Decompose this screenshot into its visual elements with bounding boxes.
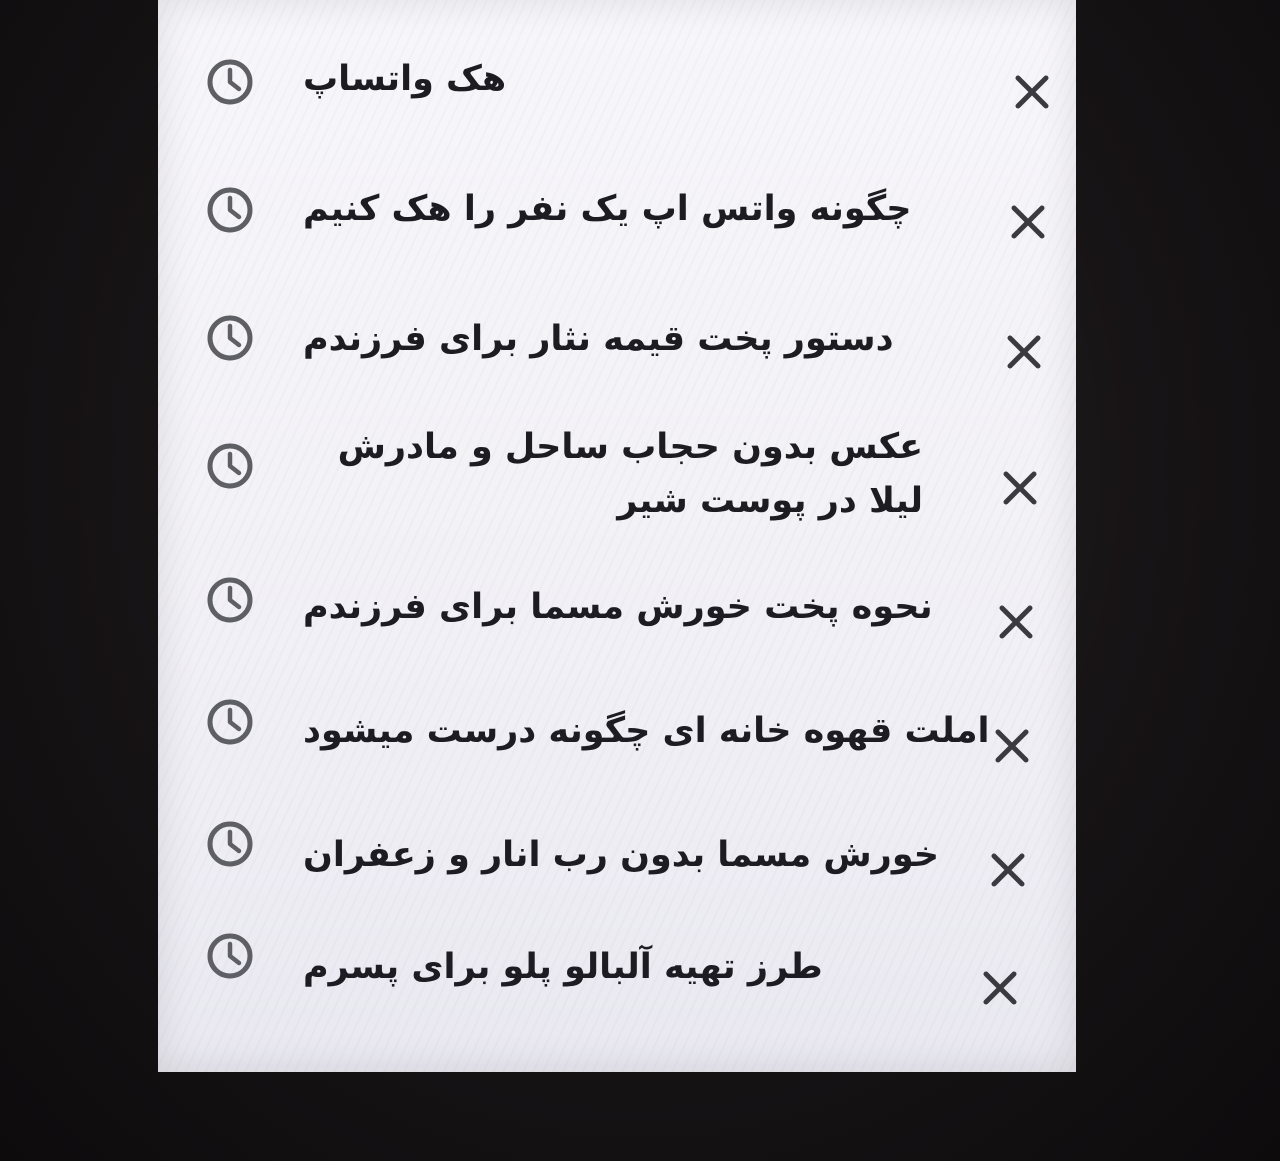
clock-history-icon bbox=[206, 314, 254, 362]
close-x-icon bbox=[1015, 75, 1049, 109]
remove-history-button[interactable] bbox=[1006, 200, 1050, 244]
history-query-text[interactable]: طرز تهیه آلبالو پلو برای پسرم bbox=[303, 940, 823, 994]
history-query-text[interactable]: خورش مسما بدون رب انار و زعفران bbox=[303, 828, 939, 882]
remove-history-button[interactable] bbox=[998, 466, 1042, 510]
remove-history-button[interactable] bbox=[978, 966, 1022, 1010]
close-x-icon bbox=[1003, 471, 1037, 505]
clock-history-icon bbox=[206, 576, 254, 624]
search-history-panel: هک واتساپ چگونه واتس اپ یک نفر را هک کنی… bbox=[158, 0, 1076, 1072]
close-x-icon bbox=[1011, 205, 1045, 239]
history-query-text[interactable]: املت قهوه خانه ای چگونه درست میشود bbox=[303, 704, 990, 758]
close-x-icon bbox=[991, 853, 1025, 887]
clock-history-icon bbox=[206, 58, 254, 106]
search-history-list: هک واتساپ چگونه واتس اپ یک نفر را هک کنی… bbox=[158, 0, 1076, 1072]
remove-history-button[interactable] bbox=[1002, 330, 1046, 374]
remove-history-button[interactable] bbox=[986, 848, 1030, 892]
history-query-text[interactable]: عکس بدون حجاب ساحل و مادرش لیلا در پوست … bbox=[303, 420, 923, 528]
clock-history-icon bbox=[206, 932, 254, 980]
history-query-text[interactable]: چگونه واتس اپ یک نفر را هک کنیم bbox=[303, 182, 911, 236]
clock-history-icon bbox=[206, 442, 254, 490]
close-x-icon bbox=[1007, 335, 1041, 369]
history-query-text[interactable]: هک واتساپ bbox=[303, 52, 506, 106]
close-x-icon bbox=[995, 729, 1029, 763]
clock-history-icon bbox=[206, 186, 254, 234]
history-query-text[interactable]: دستور پخت قیمه نثار برای فرزندم bbox=[303, 312, 894, 366]
remove-history-button[interactable] bbox=[1010, 70, 1054, 114]
history-query-text[interactable]: نحوه پخت خورش مسما برای فرزندم bbox=[303, 580, 933, 634]
clock-history-icon bbox=[206, 698, 254, 746]
close-x-icon bbox=[999, 605, 1033, 639]
close-x-icon bbox=[983, 971, 1017, 1005]
remove-history-button[interactable] bbox=[990, 724, 1034, 768]
remove-history-button[interactable] bbox=[994, 600, 1038, 644]
clock-history-icon bbox=[206, 820, 254, 868]
